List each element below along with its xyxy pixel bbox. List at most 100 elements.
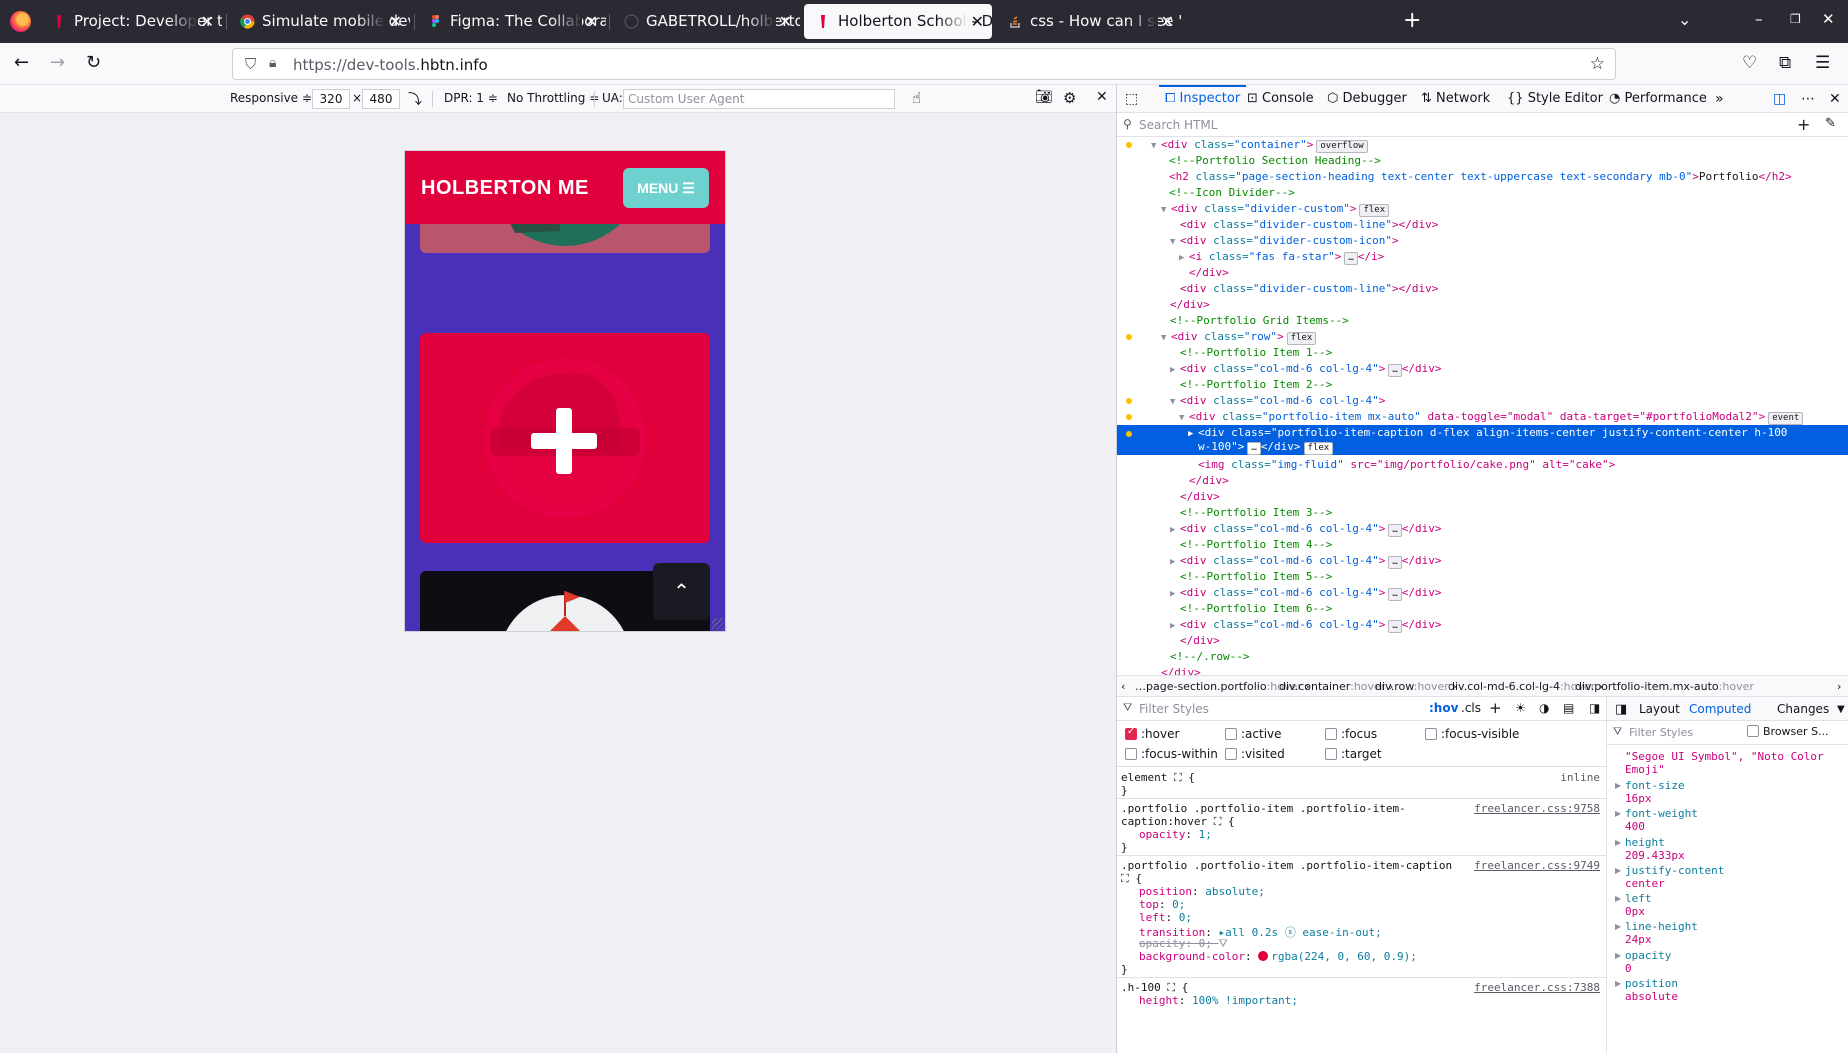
browser-tab[interactable]: Project: Developer tools | ✕: [40, 4, 222, 39]
close-tab-icon[interactable]: ✕: [389, 4, 402, 39]
toggle-sidebar-icon[interactable]: ◨: [1615, 702, 1627, 717]
computed-prop-name[interactable]: line-height: [1625, 920, 1698, 933]
browser-tab[interactable]: Simulate mobile devices ✕: [228, 4, 410, 39]
site-brand[interactable]: HOLBERTON ME: [421, 177, 589, 200]
markup-node[interactable]: ▶ <div class="col-md-6 col-lg-4">… </div>: [1117, 617, 1848, 633]
close-tab-icon[interactable]: ✕: [971, 4, 984, 39]
rule-selector[interactable]: .h-100 ⛶ {: [1121, 981, 1188, 995]
markup-node[interactable]: ▼ <div class="container"> overflow: [1117, 137, 1848, 153]
url-text[interactable]: https://dev-tools.hbtn.info: [293, 56, 488, 74]
breadcrumb-item[interactable]: div.row:hover ›: [1375, 680, 1457, 693]
markup-node[interactable]: ▶ <div class="col-md-6 col-lg-4">… </div>: [1117, 585, 1848, 601]
back-arrow-icon[interactable]: ←: [14, 52, 29, 73]
search-html-input[interactable]: Search HTML: [1139, 118, 1217, 132]
markup-comment[interactable]: <!--Portfolio Item 1-->: [1117, 345, 1848, 361]
tab-style-editor[interactable]: {} Style Editor: [1507, 85, 1603, 113]
toggle-sidebar-icon[interactable]: ◨: [1589, 701, 1600, 715]
markup-comment[interactable]: <!--Portfolio Item 6-->: [1117, 601, 1848, 617]
rule-selector[interactable]: .portfolio .portfolio-item .portfolio-it…: [1121, 859, 1452, 872]
restore-icon[interactable]: ❐: [1790, 12, 1801, 26]
cls-toggle-button[interactable]: .cls: [1461, 701, 1481, 715]
portfolio-item-cake[interactable]: [420, 333, 710, 543]
breadcrumb-scroll-left-icon[interactable]: ‹: [1121, 680, 1125, 693]
rule-declaration[interactable]: left: 0;: [1139, 911, 1192, 924]
computed-filter-input[interactable]: Filter Styles: [1629, 726, 1693, 739]
extensions-icon[interactable]: ⧉: [1779, 53, 1791, 73]
dark-mode-icon[interactable]: ◑: [1539, 701, 1549, 715]
rule-declaration[interactable]: position: absolute;: [1139, 885, 1265, 898]
menu-button[interactable]: MENU ☰: [623, 168, 709, 208]
expand-toggle-icon[interactable]: ▶: [1170, 618, 1180, 634]
rule-declaration[interactable]: height: 100% !important;: [1139, 994, 1298, 1007]
tab-computed[interactable]: Computed: [1689, 702, 1751, 716]
expand-toggle-icon[interactable]: ▶: [1170, 362, 1180, 378]
rule-selector[interactable]: caption:hover ⛶ {: [1121, 815, 1235, 829]
tab-inspector[interactable]: ⧠ Inspector: [1159, 85, 1247, 113]
markup-node[interactable]: ▶ <i class="fas fa-star">… </i>: [1117, 249, 1848, 265]
computed-prop-name[interactable]: height: [1625, 836, 1665, 849]
computed-prop-name[interactable]: font-weight: [1625, 807, 1698, 820]
pseudo-hover-checkbox[interactable]: :hover: [1125, 726, 1179, 741]
close-tab-icon[interactable]: ✕: [779, 4, 792, 39]
hov-toggle-button[interactable]: :hov: [1429, 701, 1458, 715]
rule-declaration[interactable]: opacity: 1;: [1139, 828, 1212, 841]
computed-prop-name[interactable]: left: [1625, 892, 1652, 905]
browser-styles-checkbox[interactable]: Browser S...: [1747, 725, 1829, 738]
rule-declaration[interactable]: background-color: rgba(224, 0, 60, 0.9);: [1139, 950, 1417, 963]
new-tab-icon[interactable]: +: [1403, 8, 1421, 33]
add-node-icon[interactable]: +: [1797, 115, 1810, 134]
touch-simulation-icon[interactable]: ☝: [912, 89, 921, 107]
expand-toggle-icon[interactable]: ▼: [1161, 330, 1171, 346]
markup-node[interactable]: <img class="img-fluid" src="img/portfoli…: [1117, 457, 1848, 473]
close-rdm-icon[interactable]: ✕: [1096, 89, 1108, 105]
url-bar[interactable]: ⛉ 🔒︎ https://dev-tools.hbtn.info ☆: [232, 48, 1616, 80]
breadcrumb-item[interactable]: div.portfolio-item.mx-auto:hover: [1575, 680, 1754, 693]
expand-toggle-icon[interactable]: ▶: [1170, 522, 1180, 538]
rotate-viewport-icon[interactable]: ⤵: [408, 89, 422, 109]
dpr-selector[interactable]: DPR: 1 ≑: [444, 91, 498, 105]
screenshot-camera-icon[interactable]: 📷︎: [1035, 89, 1053, 105]
expand-toggle-icon[interactable]: ▼: [1151, 138, 1161, 154]
tab-performance[interactable]: ◔ Performance: [1609, 85, 1707, 113]
browser-tab[interactable]: GABETROLL/holbertonsc ✕: [612, 4, 800, 39]
expand-toggle-icon[interactable]: ▶: [1170, 554, 1180, 570]
pseudo-focus-visible-checkbox[interactable]: :focus-visible: [1425, 727, 1519, 741]
settings-gear-icon[interactable]: ⚙: [1063, 89, 1076, 107]
markup-node[interactable]: ▶ <div class="col-md-6 col-lg-4">… </div>: [1117, 521, 1848, 537]
pseudo-target-checkbox[interactable]: :target: [1325, 747, 1382, 761]
tab-layout[interactable]: Layout: [1639, 702, 1680, 716]
eyedropper-icon[interactable]: ✎: [1825, 116, 1836, 131]
markup-comment[interactable]: <!--Portfolio Grid Items-->: [1117, 313, 1848, 329]
more-options-icon[interactable]: ⋯: [1801, 91, 1815, 107]
rule-source-link[interactable]: freelancer.css:9758: [1474, 802, 1600, 815]
color-swatch[interactable]: [1258, 951, 1269, 961]
chevron-down-icon[interactable]: ▼: [1837, 704, 1845, 715]
overflow-badge[interactable]: overflow: [1316, 140, 1368, 153]
markup-comment[interactable]: <!--Portfolio Item 4-->: [1117, 537, 1848, 553]
add-rule-icon[interactable]: +: [1489, 699, 1502, 717]
expand-toggle-icon[interactable]: ▼: [1170, 394, 1180, 410]
close-tab-icon[interactable]: ✕: [201, 4, 214, 39]
light-mode-icon[interactable]: ☀: [1515, 701, 1526, 715]
hamburger-menu-icon[interactable]: ☰: [1815, 53, 1830, 73]
rule-source-link[interactable]: freelancer.css:7388: [1474, 981, 1600, 994]
markup-node[interactable]: ▼ <div class="row"> flex: [1117, 329, 1848, 345]
expand-toggle-icon[interactable]: ▶: [1615, 838, 1621, 847]
markup-close-tag[interactable]: </div>: [1117, 489, 1848, 505]
markup-comment[interactable]: <!--Icon Divider-->: [1117, 185, 1848, 201]
user-agent-input[interactable]: Custom User Agent: [623, 89, 895, 109]
pseudo-active-checkbox[interactable]: :active: [1225, 727, 1282, 741]
computed-prop-name[interactable]: opacity: [1625, 949, 1671, 962]
filter-styles-input[interactable]: Filter Styles: [1139, 702, 1209, 716]
expand-toggle-icon[interactable]: ▶: [1615, 781, 1621, 790]
markup-comment[interactable]: <!--Portfolio Item 5-->: [1117, 569, 1848, 585]
markup-node[interactable]: ▼ <div class="divider-custom-icon">: [1117, 233, 1848, 249]
pseudo-focus-checkbox[interactable]: :focus: [1325, 727, 1377, 741]
browser-tab-active[interactable]: Holberton School - Devel ✕: [804, 4, 992, 39]
computed-prop-name[interactable]: font-size: [1625, 779, 1685, 792]
browser-tab[interactable]: css - How can I see ":hove ✕: [996, 4, 1182, 39]
tab-console[interactable]: ⊡ Console: [1247, 85, 1314, 113]
dock-side-icon[interactable]: ◫: [1773, 91, 1786, 107]
close-tab-icon[interactable]: ✕: [585, 4, 598, 39]
event-badge[interactable]: event: [1768, 412, 1804, 425]
